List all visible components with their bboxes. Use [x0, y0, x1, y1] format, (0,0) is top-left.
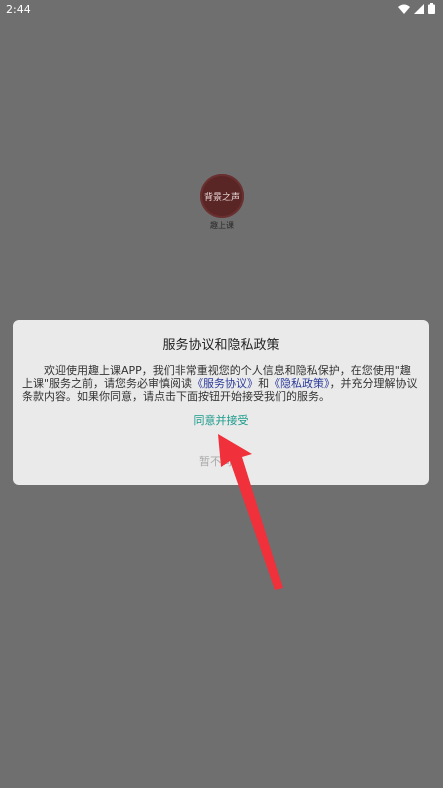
battery-icon [428, 3, 435, 14]
app-name: 趣上课 [210, 221, 234, 230]
status-bar: 2:44 [0, 0, 443, 22]
app-logo-text: 背景之声 [203, 192, 240, 203]
wifi-icon [398, 4, 410, 14]
decline-button[interactable]: 暂不同意 [163, 453, 279, 469]
dialog-body: 欢迎使用趣上课APP，我们非常重视您的个人信息和隐私保护，在您使用"趣上课"服务… [22, 364, 420, 403]
service-agreement-link[interactable]: 《服务协议》 [192, 377, 258, 390]
accept-button[interactable]: 同意并接受 [163, 412, 279, 428]
dialog-title: 服务协议和隐私政策 [162, 338, 280, 353]
dialog-body-and: 和 [258, 377, 270, 390]
status-time: 2:44 [6, 3, 31, 16]
signal-icon [414, 3, 424, 14]
app-logo: 背景之声 [200, 174, 244, 218]
agreement-dialog: 服务协议和隐私政策 欢迎使用趣上课APP，我们非常重视您的个人信息和隐私保护，在… [13, 320, 429, 485]
status-icons [398, 3, 435, 14]
app-logo-emblem: 背景之声 [200, 174, 244, 218]
privacy-policy-link[interactable]: 《隐私政策》 [269, 377, 330, 390]
